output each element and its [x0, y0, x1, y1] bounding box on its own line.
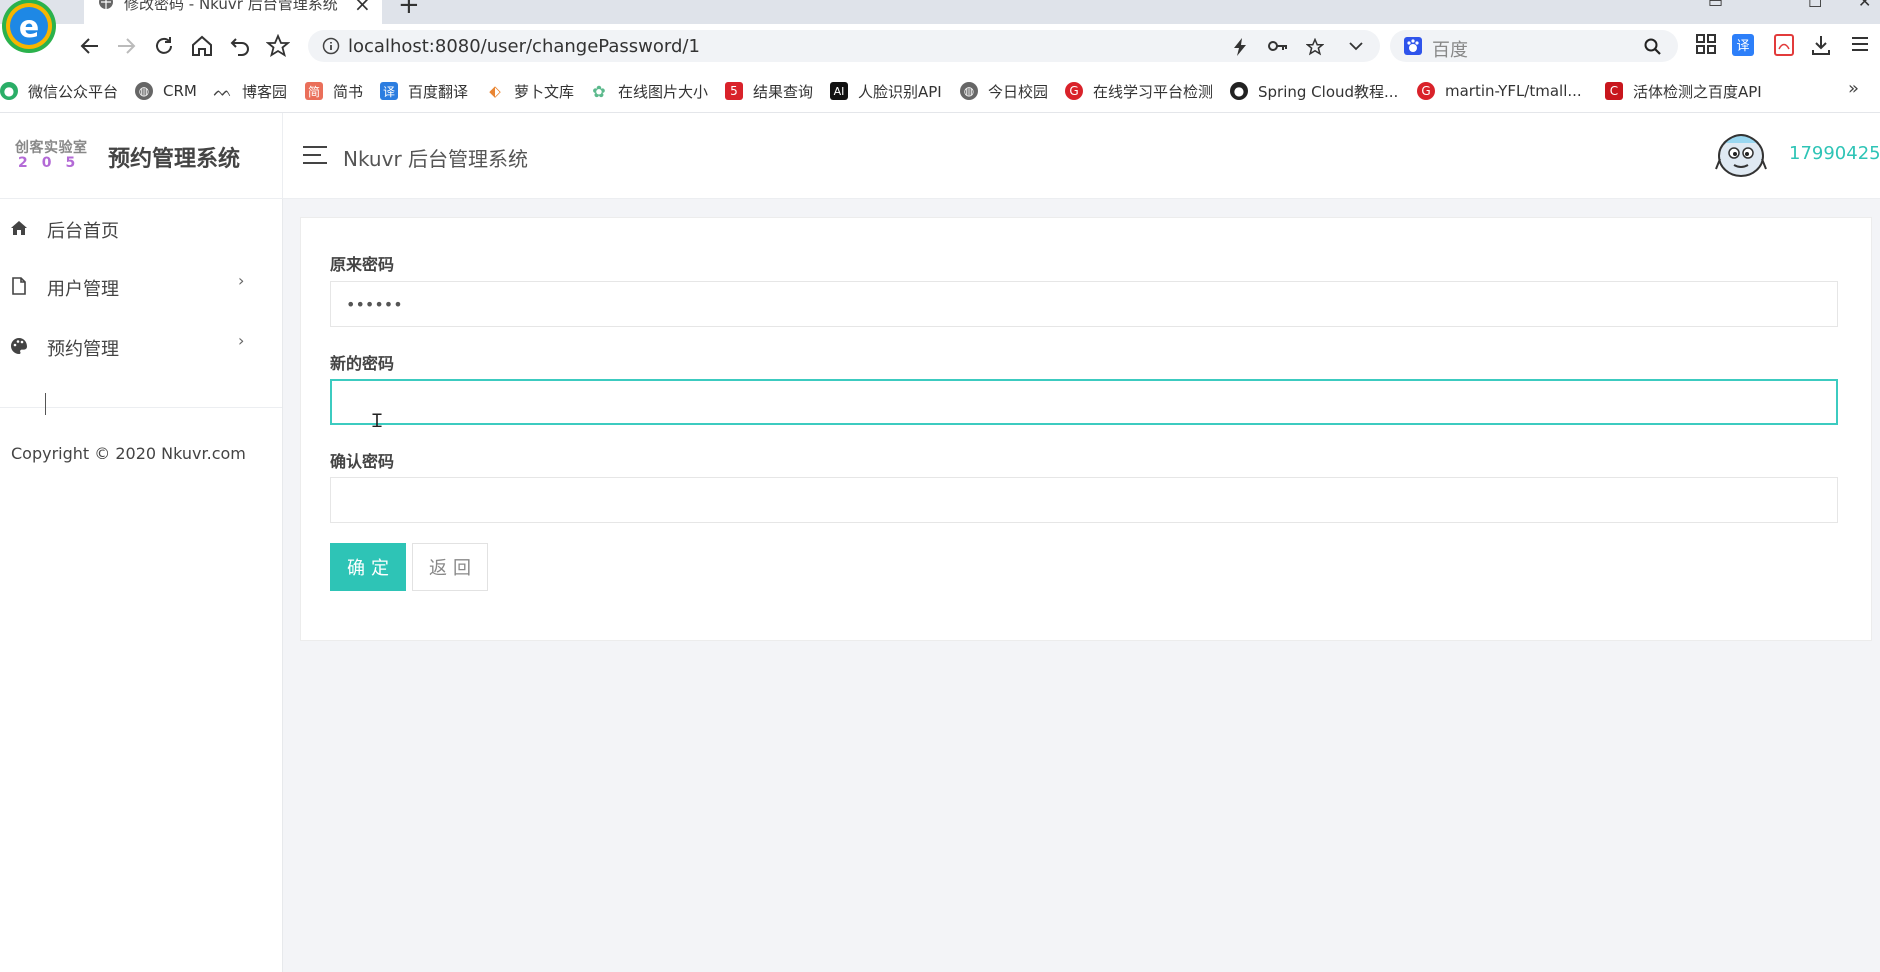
info-icon[interactable]: [322, 37, 340, 55]
back-arrow-icon[interactable]: [78, 34, 102, 58]
forward-arrow-icon[interactable]: [114, 34, 138, 58]
confirm-password-label: 确认密码: [330, 452, 395, 471]
g-icon: G: [1065, 82, 1083, 100]
globe-icon: [99, 0, 113, 9]
qr-grid-icon[interactable]: [1696, 34, 1716, 54]
app-header: 创客实验室 205 预约管理系统 Nkuvr 后台管理系统 17990425: [0, 113, 1880, 199]
old-password-label: 原来密码: [330, 255, 395, 274]
bookmark-item[interactable]: ✿ 在线图片大小: [590, 81, 708, 101]
bookmark-item[interactable]: Gmartin-YFL/tmall...: [1417, 81, 1582, 101]
five-icon: 5: [725, 82, 743, 100]
browser-navbar: localhost:8080/user/changePassword/1 百度 …: [0, 24, 1880, 68]
new-tab-icon[interactable]: +: [398, 0, 420, 20]
window-restore-icon[interactable]: ▭: [1708, 0, 1723, 11]
bookmark-item[interactable]: C 活体检测之百度API: [1605, 81, 1762, 101]
sidebar-item-label: 用户管理: [47, 279, 119, 300]
bookmark-item[interactable]: AI 人脸识别API: [830, 81, 942, 101]
logo-top-text: 创客实验室: [15, 140, 88, 156]
text-caret: [45, 393, 46, 415]
chevron-right-icon: ›: [238, 271, 245, 290]
carrot-icon: ⬖: [489, 82, 501, 100]
c-icon: C: [1605, 82, 1623, 100]
address-bar[interactable]: localhost:8080/user/changePassword/1: [308, 30, 1380, 62]
text-cursor-icon: Ｉ: [368, 411, 386, 432]
home-icon[interactable]: [190, 34, 214, 58]
wechat-icon: ●: [0, 82, 18, 100]
search-placeholder[interactable]: 百度: [1432, 36, 1468, 62]
undo-icon[interactable]: [228, 34, 252, 58]
menu-icon[interactable]: [1850, 34, 1870, 54]
bookmark-item[interactable]: ᨓ 博客园: [213, 81, 287, 101]
ai-icon: AI: [830, 82, 848, 100]
bookmark-item[interactable]: ⬖ 萝卜文库: [486, 81, 574, 101]
bookmarks-bar: ● 微信公众平台 ◍ CRM ᨓ 博客园 简简书 译百度翻译 ⬖ 萝卜文库 ✿ 在线图片大…: [0, 68, 1880, 113]
bookmark-item[interactable]: 简简书: [305, 81, 363, 101]
tab-close-icon[interactable]: ×: [354, 0, 371, 16]
g-icon: G: [1417, 82, 1435, 100]
confirm-button[interactable]: 确定: [330, 543, 406, 591]
old-password-field[interactable]: [330, 281, 1838, 327]
chevron-right-icon: ›: [238, 331, 245, 350]
header-title: Nkuvr 后台管理系统: [343, 147, 529, 171]
reload-icon[interactable]: [152, 34, 176, 58]
svg-text:译: 译: [1736, 39, 1749, 54]
browser-tab-active[interactable]: 修改密码 - Nkuvr 后台管理系统 ×: [84, 0, 382, 24]
window-close-icon[interactable]: ✕: [1858, 0, 1871, 11]
svg-text:e: e: [19, 10, 39, 45]
back-button[interactable]: 返回: [412, 543, 488, 591]
bookmark-item[interactable]: 5 结果查询: [725, 81, 813, 101]
chevron-down-icon[interactable]: [1348, 38, 1364, 54]
new-password-label: 新的密码: [330, 354, 395, 373]
url-text[interactable]: localhost:8080/user/changePassword/1: [348, 36, 700, 57]
bookmarks-overflow-icon[interactable]: »: [1848, 78, 1859, 99]
search-icon[interactable]: [1644, 38, 1662, 56]
browser-logo-icon: e: [2, 0, 56, 53]
globe-icon: ◍: [960, 82, 978, 100]
home-icon: [11, 221, 27, 235]
palette-icon: [11, 338, 27, 354]
pdf-icon[interactable]: [1774, 34, 1794, 56]
brand-area: 创客实验室 205 预约管理系统: [0, 113, 283, 198]
new-password-field[interactable]: [330, 379, 1838, 425]
username-link[interactable]: 17990425: [1789, 143, 1880, 164]
baidu-paw-icon: [1404, 37, 1422, 55]
search-bar[interactable]: 百度: [1390, 30, 1678, 62]
github-icon: ●: [1230, 82, 1248, 100]
jianshu-icon: 简: [305, 82, 323, 100]
lightning-icon[interactable]: [1232, 38, 1248, 56]
star-outline-icon[interactable]: [266, 34, 290, 58]
baidu-translate-icon: 译: [380, 82, 398, 100]
brand-title[interactable]: 预约管理系统: [108, 141, 240, 173]
sidebar: 后台首页 用户管理 › 预约管理 › Copyright © 2020 Nkuv…: [0, 199, 283, 972]
sidebar-item-reservation-management[interactable]: 预约管理 ›: [0, 317, 282, 375]
globe-icon: ◍: [135, 82, 153, 100]
change-password-card: 原来密码 新的密码 确认密码 确定 返回: [300, 217, 1872, 641]
bookmark-item[interactable]: ◍ CRM: [135, 81, 197, 101]
bookmark-item[interactable]: ● 微信公众平台: [0, 81, 118, 101]
sidebar-divider: [0, 407, 282, 408]
confirm-password-field[interactable]: [330, 477, 1838, 523]
bookmark-item[interactable]: ● Spring Cloud教程...: [1230, 81, 1398, 101]
sidebar-item-label: 后台首页: [47, 221, 119, 242]
window-maximize-icon[interactable]: ☐: [1808, 0, 1822, 11]
browser-tab-bar: 修改密码 - Nkuvr 后台管理系统 × + ▭ ☐ ✕: [0, 0, 1880, 24]
sidebar-toggle-icon[interactable]: [303, 146, 327, 164]
sidebar-item-label: 预约管理: [47, 339, 119, 360]
sidebar-item-home[interactable]: 后台首页: [0, 199, 282, 257]
logo-bottom-text: 205: [18, 155, 90, 171]
avatar[interactable]: [1714, 129, 1768, 179]
flower-icon: ✿: [592, 81, 606, 101]
key-icon[interactable]: [1268, 38, 1288, 54]
sidebar-item-user-management[interactable]: 用户管理 ›: [0, 257, 282, 315]
download-icon[interactable]: [1810, 34, 1832, 56]
translate-icon[interactable]: 译: [1732, 34, 1754, 56]
file-icon: [12, 277, 26, 295]
bookmark-item[interactable]: 译百度翻译: [380, 81, 468, 101]
browser-tab-title: 修改密码 - Nkuvr 后台管理系统: [124, 0, 338, 13]
bookmark-item[interactable]: ◍ 今日校园: [960, 81, 1048, 101]
bookmark-item[interactable]: G 在线学习平台检测: [1065, 81, 1213, 101]
cnblogs-icon: ᨓ: [213, 81, 233, 100]
copyright-text: Copyright © 2020 Nkuvr.com: [11, 444, 246, 463]
favorite-star-icon[interactable]: [1306, 38, 1324, 56]
